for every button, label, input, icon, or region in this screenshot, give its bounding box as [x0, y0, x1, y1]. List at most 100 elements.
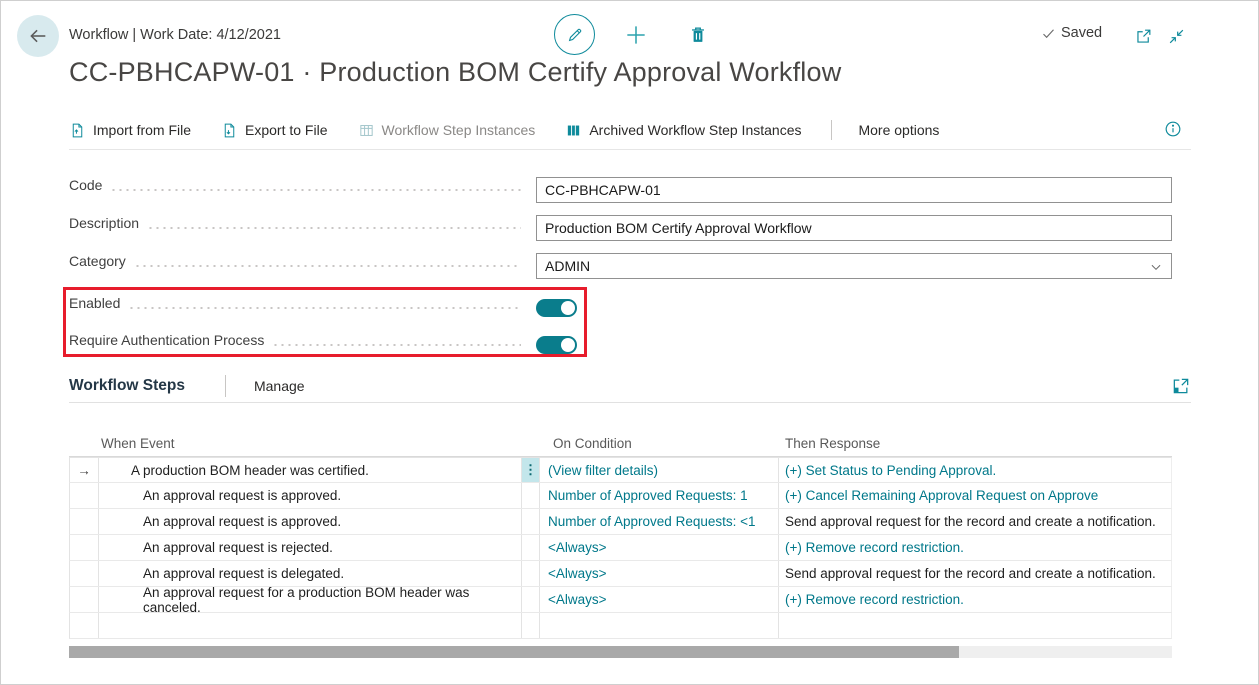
row-ellipsis-placeholder — [522, 535, 540, 560]
response-cell[interactable]: (+) Remove record restriction. — [779, 535, 1171, 560]
chevron-down-icon[interactable] — [1149, 260, 1163, 274]
condition-cell[interactable]: <Always> — [540, 535, 779, 560]
open-in-new-window-icon — [1134, 27, 1153, 46]
event-cell[interactable]: An approval request is approved. — [99, 509, 522, 534]
response-cell[interactable]: Send approval request for the record and… — [779, 509, 1171, 534]
condition-cell[interactable]: Number of Approved Requests: <1 — [540, 509, 779, 534]
focus-mode-icon — [1171, 376, 1191, 396]
import-file-icon — [69, 122, 86, 139]
event-cell[interactable]: An approval request for a production BOM… — [99, 587, 522, 612]
focus-mode-button[interactable] — [1171, 376, 1191, 396]
col-header-then-response: Then Response — [779, 436, 880, 451]
workflow-steps-header: Workflow Steps Manage — [69, 373, 1191, 399]
dotted-leader — [147, 215, 521, 241]
breadcrumb: Workflow | Work Date: 4/12/2021 — [69, 27, 281, 43]
workflow-detail-page: Workflow | Work Date: 4/12/2021 — [0, 0, 1259, 685]
condition-cell[interactable]: <Always> — [540, 587, 779, 612]
category-select[interactable]: ADMIN — [536, 253, 1172, 279]
back-button[interactable] — [17, 15, 59, 57]
row-selector[interactable] — [70, 613, 99, 638]
field-description: Description Production BOM Certify Appro… — [69, 215, 1172, 241]
condition-cell[interactable]: Number of Approved Requests: 1 — [540, 483, 779, 508]
row-selector[interactable] — [70, 509, 99, 534]
action-bar-rule — [69, 149, 1191, 150]
row-selector[interactable] — [70, 535, 99, 560]
info-button[interactable] — [1163, 119, 1183, 139]
event-cell[interactable]: An approval request is rejected. — [99, 535, 522, 560]
horizontal-scrollbar[interactable] — [69, 646, 1172, 658]
table-header-row: When Event On Condition Then Response — [69, 431, 1172, 457]
row-selector[interactable] — [70, 483, 99, 508]
code-input[interactable]: CC-PBHCAPW-01 — [536, 177, 1172, 203]
row-ellipsis-placeholder — [522, 509, 540, 534]
enabled-label: Enabled — [69, 295, 120, 321]
collapse-button[interactable] — [1165, 25, 1187, 47]
export-to-file-label: Export to File — [245, 122, 327, 138]
manage-button[interactable]: Manage — [254, 378, 305, 394]
scrollbar-thumb[interactable] — [69, 646, 959, 658]
workflow-steps-table: When Event On Condition Then Response → … — [69, 431, 1172, 639]
new-button[interactable] — [621, 20, 651, 50]
arrow-left-icon — [27, 25, 49, 47]
row-ellipsis-button[interactable]: ⋮ — [522, 458, 540, 482]
table-row-empty — [69, 613, 1172, 639]
col-header-on-condition: On Condition — [539, 436, 779, 451]
row-ellipsis-placeholder — [522, 561, 540, 586]
description-label: Description — [69, 215, 139, 241]
section-separator — [225, 375, 226, 397]
condition-cell[interactable]: (View filter details) — [540, 458, 779, 482]
plus-icon — [623, 22, 649, 48]
row-ellipsis-placeholder — [522, 587, 540, 612]
save-status-label: Saved — [1061, 25, 1102, 41]
more-options-button[interactable]: More options — [858, 122, 939, 138]
save-status: Saved — [1041, 25, 1102, 41]
event-cell[interactable]: An approval request is approved. — [99, 483, 522, 508]
response-cell[interactable]: (+) Remove record restriction. — [779, 587, 1171, 612]
condition-cell[interactable]: <Always> — [540, 561, 779, 586]
action-bar-separator — [831, 120, 832, 140]
response-cell[interactable] — [779, 613, 1171, 638]
table-row: An approval request is delegated. <Alway… — [69, 561, 1172, 587]
row-ellipsis-placeholder — [522, 613, 540, 638]
export-file-icon — [221, 122, 238, 139]
field-require-authentication: Require Authentication Process — [69, 332, 1172, 358]
row-selector[interactable] — [70, 587, 99, 612]
response-cell[interactable]: (+) Cancel Remaining Approval Request on… — [779, 483, 1171, 508]
dotted-leader — [272, 332, 521, 358]
event-cell[interactable] — [99, 613, 522, 638]
event-cell[interactable]: An approval request is delegated. — [99, 561, 522, 586]
delete-button[interactable] — [683, 20, 713, 50]
row-selector[interactable] — [70, 561, 99, 586]
enabled-toggle[interactable] — [536, 299, 577, 317]
open-in-new-window-button[interactable] — [1132, 25, 1154, 47]
description-input[interactable]: Production BOM Certify Approval Workflow — [536, 215, 1172, 241]
archived-workflow-step-instances-label: Archived Workflow Step Instances — [589, 122, 801, 138]
dotted-leader — [110, 177, 521, 203]
response-cell[interactable]: (+) Set Status to Pending Approval. — [779, 458, 1171, 482]
info-icon — [1163, 119, 1183, 139]
col-header-when-event: When Event — [69, 436, 539, 451]
row-selector[interactable]: → — [70, 458, 99, 482]
field-enabled: Enabled — [69, 295, 1172, 321]
field-category: Category ADMIN — [69, 253, 1172, 279]
section-rule — [69, 402, 1191, 403]
require-authentication-label: Require Authentication Process — [69, 332, 264, 358]
workflow-steps-title: Workflow Steps — [69, 377, 185, 395]
archived-workflow-step-instances-button[interactable]: Archived Workflow Step Instances — [565, 122, 801, 139]
workflow-step-instances-button[interactable]: Workflow Step Instances — [358, 122, 536, 139]
import-from-file-button[interactable]: Import from File — [69, 122, 191, 139]
event-cell[interactable]: A production BOM header was certified. — [99, 458, 522, 482]
toggle-knob — [561, 301, 575, 315]
table-row: → A production BOM header was certified.… — [69, 457, 1172, 483]
table-icon — [358, 122, 375, 139]
response-cell[interactable]: Send approval request for the record and… — [779, 561, 1171, 586]
more-options-label: More options — [858, 122, 939, 138]
trash-icon — [687, 24, 709, 46]
code-label: Code — [69, 177, 102, 203]
table-row: An approval request is approved. Number … — [69, 509, 1172, 535]
export-to-file-button[interactable]: Export to File — [221, 122, 327, 139]
dotted-leader — [128, 295, 521, 321]
edit-button[interactable] — [554, 14, 595, 55]
condition-cell[interactable] — [540, 613, 779, 638]
require-authentication-toggle[interactable] — [536, 336, 577, 354]
